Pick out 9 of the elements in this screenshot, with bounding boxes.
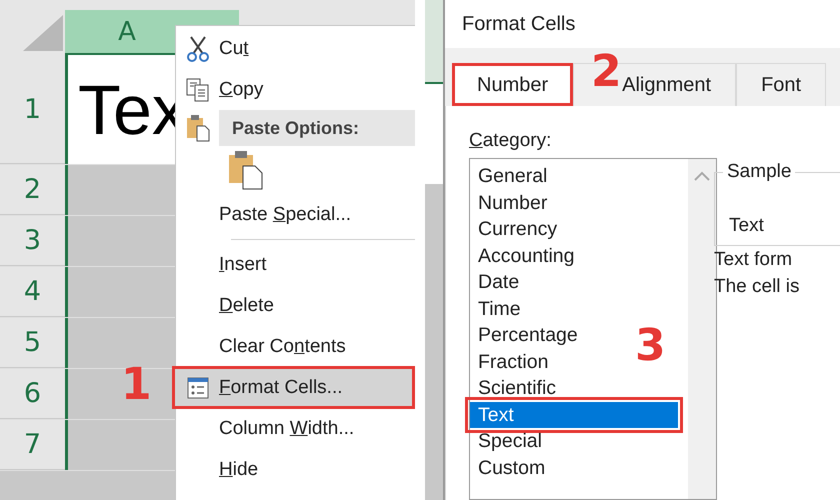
description-text: Text form [714,248,794,272]
callout-number: 3 [635,324,666,368]
menu-section-label: Paste Options: [219,110,415,146]
callout-number: 1 [121,363,152,407]
dialog-title: Format Cells [445,0,840,48]
field-label: Category: [469,130,552,152]
sample-value: Text [729,215,764,237]
group-label: Sample [723,161,796,183]
description-text: The cell is [714,275,801,299]
